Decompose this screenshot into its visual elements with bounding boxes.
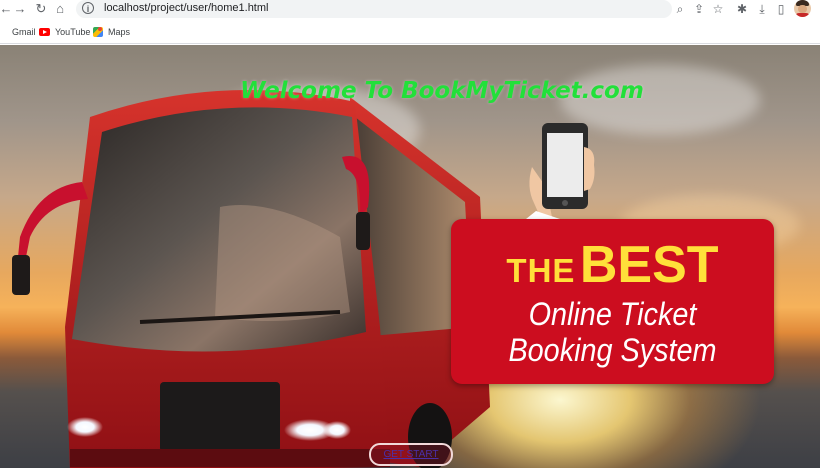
url-text[interactable]: localhost/project/user/home1.html (104, 2, 268, 14)
promo-banner: THE BEST Online Ticket Booking System (451, 219, 774, 384)
browser-toolbar: ← → ↻ ⌂ i localhost/project/user/home1.h… (0, 0, 820, 20)
bookmarks-bar: Gmail YouTube Maps (0, 20, 820, 44)
bus-image (12, 90, 490, 468)
avatar[interactable] (794, 0, 811, 17)
promo-best: BEST (579, 236, 719, 294)
bookmark-maps[interactable]: Maps (93, 25, 130, 39)
address-bar[interactable]: i localhost/project/user/home1.html (76, 0, 672, 18)
bookmark-label: Maps (108, 27, 131, 37)
hero-banner: Welcome To BookMyTicket.com THE BEST Onl… (0, 45, 820, 468)
promo-the: THE (506, 252, 576, 289)
youtube-icon (39, 28, 50, 36)
info-icon[interactable]: i (82, 2, 94, 14)
extensions-icon[interactable]: ✱ (734, 1, 750, 17)
bookmark-label: YouTube (55, 27, 91, 37)
maps-icon (93, 27, 103, 37)
download-icon[interactable]: ⤓ (754, 1, 770, 17)
promo-headline: THE BEST (451, 235, 774, 295)
get-start-button[interactable]: GET START (369, 443, 453, 466)
promo-line-2: Booking System (508, 332, 717, 368)
zoom-icon[interactable]: ⌕ (672, 1, 688, 17)
home-icon[interactable]: ⌂ (52, 1, 68, 17)
bookmark-gmail[interactable]: Gmail (0, 25, 36, 39)
reload-icon[interactable]: ↻ (33, 1, 49, 17)
gmail-icon (0, 28, 7, 36)
forward-icon[interactable]: → (12, 1, 28, 17)
side-panel-icon[interactable]: ▯ (773, 1, 789, 17)
share-icon[interactable]: ⇪ (691, 1, 707, 17)
promo-line-1: Online Ticket (528, 296, 697, 332)
welcome-title: Welcome To BookMyTicket.com (240, 78, 644, 104)
star-icon[interactable]: ☆ (710, 1, 726, 17)
bookmark-youtube[interactable]: YouTube (39, 25, 90, 39)
bookmark-label: Gmail (12, 27, 36, 37)
